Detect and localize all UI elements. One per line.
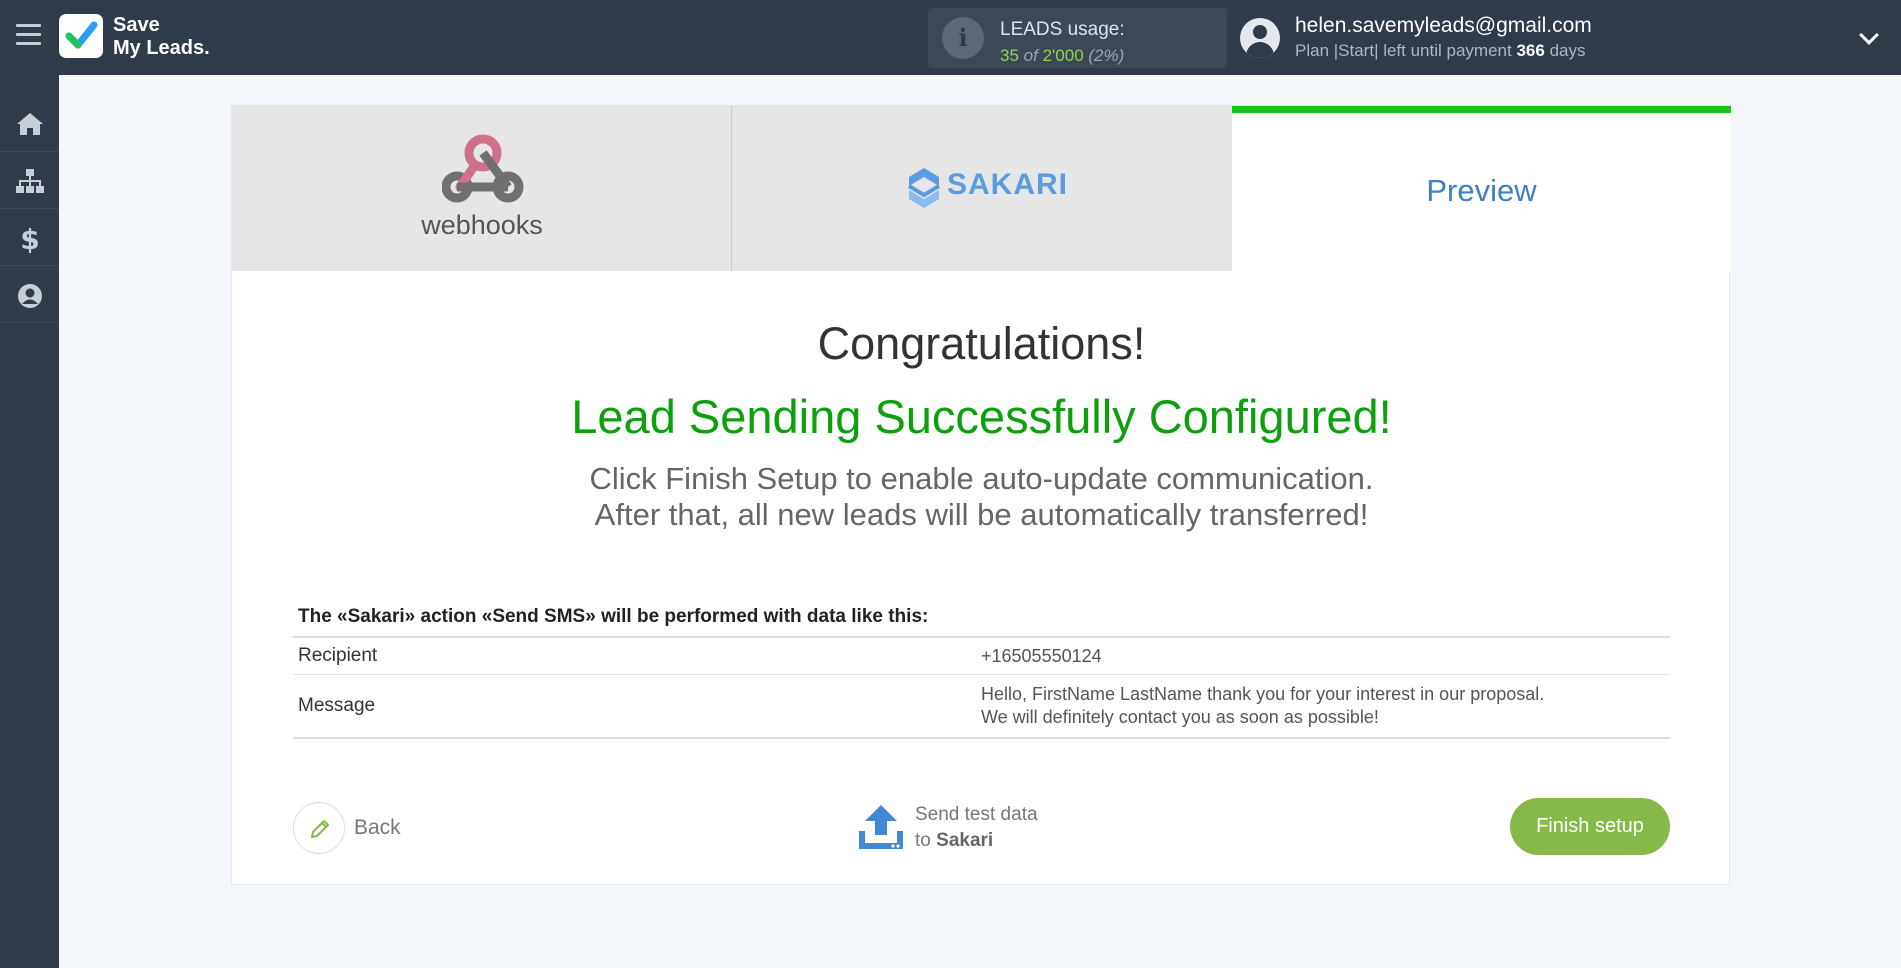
plan-days: 366 <box>1516 41 1545 60</box>
setup-tabs: webhooks SAKARI Preview <box>232 106 1731 271</box>
send-test-line-2: to Sakari <box>915 830 993 852</box>
back-circle <box>293 802 345 854</box>
message-line-2: We will definitely contact you as soon a… <box>981 707 1379 727</box>
setup-card: webhooks SAKARI Preview Congratulations!… <box>231 105 1731 885</box>
usage-percent: (2%) <box>1088 46 1125 65</box>
logo-line-2: My Leads. <box>113 37 210 59</box>
preview-label: Preview <box>1426 173 1537 208</box>
sitemap-icon <box>16 169 44 193</box>
logo-line-1: Save <box>113 14 160 36</box>
instructions-line-1: Click Finish Setup to enable auto-update… <box>589 461 1374 496</box>
sakari-logo-icon <box>907 168 941 208</box>
tab-webhooks[interactable]: webhooks <box>232 106 732 271</box>
info-icon: i <box>942 17 984 59</box>
success-heading: Lead Sending Successfully Configured! <box>571 390 1392 443</box>
message-line-1: Hello, FirstName LastName thank you for … <box>981 684 1545 704</box>
leads-usage-panel: i LEADS usage: 35 of 2'000 (2%) <box>928 8 1227 68</box>
send-to: to <box>915 830 931 851</box>
send-test-line-1: Send test data <box>915 804 1038 825</box>
webhooks-label: webhooks <box>421 210 543 240</box>
dollar-icon: $ <box>20 225 39 253</box>
user-plan: Plan |Start| left until payment 366 days <box>1295 41 1585 61</box>
send-target: Sakari <box>936 830 994 851</box>
svg-text:$: $ <box>20 225 39 253</box>
back-button[interactable]: Back <box>293 802 403 854</box>
sakari-label: SAKARI <box>947 168 1069 201</box>
row-value: +16505550124 <box>981 645 1102 666</box>
chevron-down-icon[interactable] <box>1859 25 1879 45</box>
instructions: Click Finish Setup to enable auto-update… <box>232 461 1731 533</box>
pencil-icon <box>311 820 329 838</box>
top-bar: Save My Leads. i LEADS usage: 35 of 2'00… <box>0 0 1901 75</box>
webhooks-logo-icon <box>442 134 524 203</box>
sakari-logo: SAKARI <box>907 166 1067 215</box>
sidebar: $ <box>0 75 59 968</box>
table-row: Message Hello, FirstName LastName thank … <box>293 675 1670 737</box>
plan-text: Plan |Start| left until payment <box>1295 41 1512 60</box>
sidebar-item-home[interactable] <box>0 95 59 152</box>
home-icon <box>17 113 43 135</box>
row-value: Hello, FirstName LastName thank you for … <box>981 675 1670 737</box>
menu-icon[interactable] <box>16 24 41 46</box>
preview-data-table: Recipient +16505550124 Message Hello, Fi… <box>293 636 1670 739</box>
sidebar-item-billing[interactable]: $ <box>0 209 59 266</box>
sidebar-item-account[interactable] <box>0 266 59 323</box>
avatar-icon[interactable] <box>1240 18 1280 58</box>
usage-of: of <box>1023 46 1038 65</box>
sidebar-item-connections[interactable] <box>0 152 59 209</box>
user-email[interactable]: helen.savemyleads@gmail.com <box>1295 14 1592 38</box>
back-label: Back <box>354 816 401 839</box>
send-test-data-button[interactable]: Send test data to Sakari <box>857 796 1067 856</box>
tab-sakari[interactable]: SAKARI <box>732 106 1232 271</box>
tab-preview[interactable]: Preview <box>1232 106 1731 271</box>
congrats-heading: Congratulations! <box>817 318 1146 369</box>
logo-icon[interactable] <box>59 14 103 58</box>
plan-days-suffix: days <box>1549 41 1586 60</box>
upload-icon <box>859 805 903 849</box>
row-key: Message <box>298 695 376 716</box>
usage-values: 35 of 2'000 (2%) <box>1000 46 1124 66</box>
user-circle-icon <box>18 284 42 308</box>
logo-text[interactable]: Save My Leads. <box>113 14 210 60</box>
table-row: Recipient +16505550124 <box>293 638 1670 675</box>
row-key: Recipient <box>298 645 378 666</box>
instructions-line-2: After that, all new leads will be automa… <box>594 497 1369 532</box>
table-caption: The «Sakari» action «Send SMS» will be p… <box>298 606 929 627</box>
usage-total: 2'000 <box>1042 46 1084 65</box>
usage-used: 35 <box>1000 46 1019 65</box>
usage-label: LEADS usage: <box>1000 19 1125 40</box>
finish-setup-button[interactable]: Finish setup <box>1510 798 1670 855</box>
